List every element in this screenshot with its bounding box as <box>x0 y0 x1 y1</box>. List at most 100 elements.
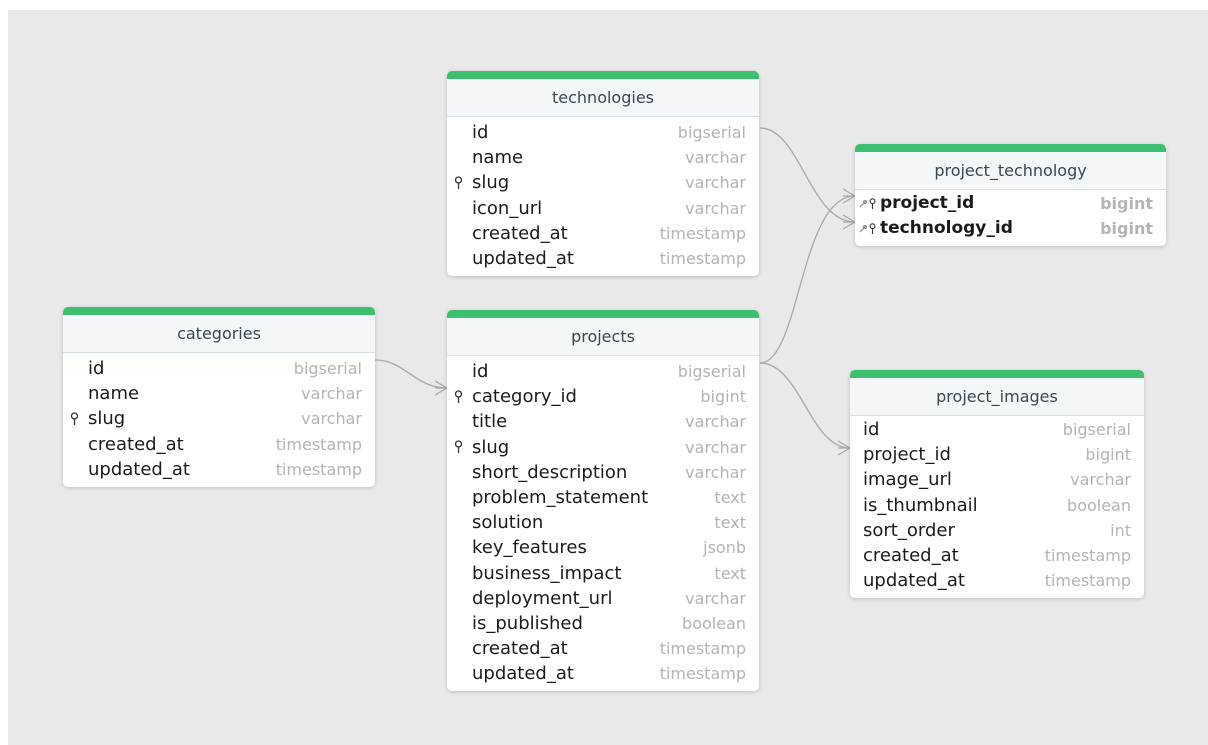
table-title[interactable]: project_technology <box>855 144 1166 190</box>
column-type: int <box>1110 520 1131 540</box>
column-type: jsonb <box>703 538 746 558</box>
table-categories[interactable]: categories id bigserial name varchar slu… <box>63 307 375 487</box>
column-type: varchar <box>685 198 746 218</box>
column-name: title <box>472 411 508 433</box>
column-name: created_at <box>88 433 184 455</box>
column-name: updated_at <box>472 247 574 269</box>
column-name: is_published <box>472 612 583 634</box>
table-row[interactable]: created_at timestamp <box>850 543 1144 568</box>
table-body: id bigserial project_id bigint image_url… <box>850 416 1144 598</box>
table-row[interactable]: slug varchar <box>447 435 759 460</box>
table-row[interactable]: name varchar <box>63 381 375 406</box>
column-name: updated_at <box>88 458 190 480</box>
column-name: icon_url <box>472 197 543 219</box>
table-technologies[interactable]: technologies id bigserial name varchar s… <box>447 71 759 277</box>
table-row[interactable]: project_id bigint <box>855 191 1166 216</box>
key-icon <box>454 170 463 195</box>
table-row[interactable]: updated_at timestamp <box>63 457 375 482</box>
column-type: timestamp <box>659 248 746 268</box>
table-body: id bigserial name varchar slug varchar c… <box>63 353 375 487</box>
column-name: project_id <box>863 444 951 466</box>
table-body: project_id bigint technology_id bigint <box>855 190 1166 246</box>
column-name: technology_id <box>880 218 1013 239</box>
table-row[interactable]: business_impact text <box>447 561 759 586</box>
table-row[interactable]: slug varchar <box>447 170 759 195</box>
link-icon <box>859 216 867 241</box>
column-type: bigint <box>1085 445 1131 465</box>
table-body: id bigserial category_id bigint title va… <box>447 356 759 691</box>
column-type: bigserial <box>677 362 746 381</box>
table-row[interactable]: updated_at timestamp <box>850 568 1144 593</box>
column-type: text <box>714 513 746 533</box>
table-project-images[interactable]: project_images id bigserial project_id b… <box>850 370 1144 599</box>
column-name: updated_at <box>472 663 574 685</box>
table-row[interactable]: is_published boolean <box>447 611 759 636</box>
column-type: varchar <box>685 462 746 482</box>
table-title[interactable]: categories <box>63 307 375 353</box>
table-row[interactable]: category_id bigint <box>447 384 759 409</box>
column-name: sort_order <box>863 519 955 541</box>
table-project-technology[interactable]: project_technology project_id bigint tec… <box>855 144 1166 247</box>
table-row[interactable]: id bigserial <box>850 417 1144 442</box>
column-type: bigint <box>1100 194 1153 213</box>
table-row[interactable]: deployment_url varchar <box>447 586 759 611</box>
table-row[interactable]: problem_statement text <box>447 485 759 510</box>
table-row[interactable]: project_id bigint <box>850 442 1144 467</box>
column-type: timestamp <box>659 223 746 243</box>
column-name: slug <box>472 436 510 458</box>
column-name: id <box>863 419 880 440</box>
table-row[interactable]: sort_order int <box>850 518 1144 543</box>
column-name: solution <box>472 512 544 534</box>
key-icon <box>70 406 79 431</box>
table-row[interactable]: name varchar <box>447 145 759 170</box>
column-type: bigserial <box>1062 420 1131 439</box>
column-name: deployment_url <box>472 587 613 609</box>
table-row[interactable]: updated_at timestamp <box>447 246 759 271</box>
column-name: id <box>472 122 489 143</box>
table-row[interactable]: is_thumbnail boolean <box>850 493 1144 518</box>
key-icon <box>454 384 463 409</box>
table-row[interactable]: created_at timestamp <box>447 636 759 661</box>
table-row[interactable]: id bigserial <box>63 356 375 381</box>
column-name: image_url <box>863 469 952 491</box>
column-type: boolean <box>1067 495 1131 515</box>
column-name: id <box>472 361 489 382</box>
table-row[interactable]: updated_at timestamp <box>447 661 759 686</box>
column-type: timestamp <box>275 434 362 454</box>
column-name: slug <box>88 408 126 430</box>
table-title[interactable]: project_images <box>850 370 1144 416</box>
table-row[interactable]: id bigserial <box>447 120 759 145</box>
column-type: bigint <box>1100 219 1153 239</box>
table-row[interactable]: created_at timestamp <box>447 221 759 246</box>
table-row[interactable]: icon_url varchar <box>447 196 759 221</box>
table-row[interactable]: key_features jsonb <box>447 535 759 560</box>
column-type: text <box>714 563 746 583</box>
column-name: created_at <box>472 222 568 244</box>
column-type: varchar <box>301 384 362 404</box>
column-type: varchar <box>301 409 362 429</box>
table-row[interactable]: title varchar <box>447 409 759 434</box>
table-title[interactable]: projects <box>447 310 759 356</box>
column-name: slug <box>472 172 510 194</box>
table-row[interactable]: created_at timestamp <box>63 432 375 457</box>
column-type: text <box>714 487 746 507</box>
table-body: id bigserial name varchar slug varchar i… <box>447 117 759 276</box>
key-icon <box>454 435 463 460</box>
column-name: created_at <box>472 638 568 660</box>
table-row[interactable]: solution text <box>447 510 759 535</box>
column-name: key_features <box>472 537 587 559</box>
table-projects[interactable]: projects id bigserial category_id bigint… <box>447 310 759 692</box>
column-name: is_thumbnail <box>863 494 978 516</box>
column-name: id <box>88 358 105 379</box>
column-type: bigserial <box>677 123 746 142</box>
table-title[interactable]: technologies <box>447 71 759 117</box>
table-row[interactable]: id bigserial <box>447 359 759 384</box>
column-type: varchar <box>685 437 746 457</box>
column-name: updated_at <box>863 570 965 592</box>
table-row[interactable]: image_url varchar <box>850 467 1144 492</box>
key-icon <box>869 216 876 241</box>
table-row[interactable]: slug varchar <box>63 406 375 431</box>
table-row[interactable]: short_description varchar <box>447 460 759 485</box>
table-row[interactable]: technology_id bigint <box>855 216 1166 241</box>
column-name: project_id <box>880 193 975 213</box>
